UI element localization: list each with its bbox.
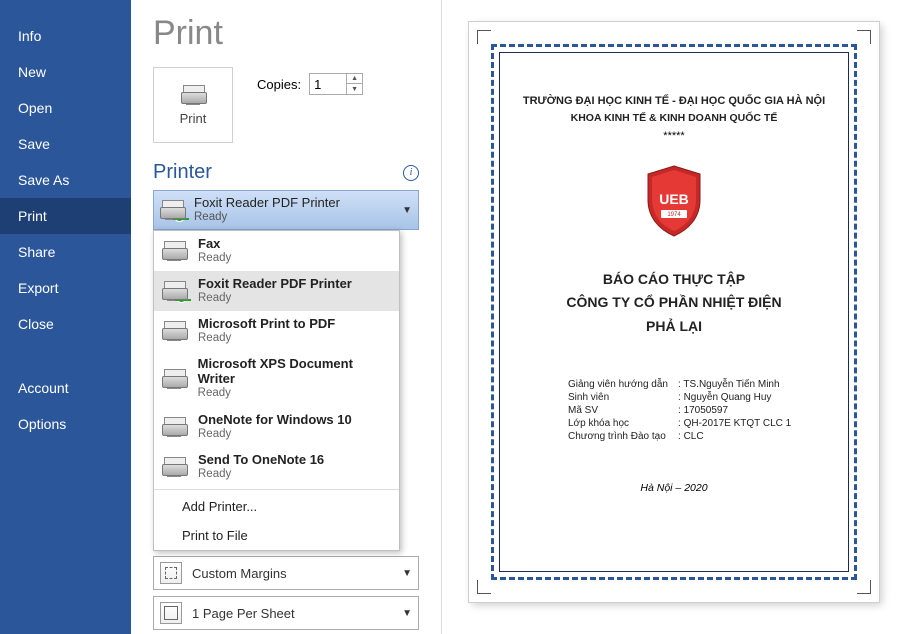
printer-icon: ✓ (160, 200, 184, 220)
preview-page: TRƯỜNG ĐẠI HỌC KINH TẾ - ĐẠI HỌC QUỐC GI… (469, 22, 879, 602)
fax-icon (162, 241, 186, 261)
sidebar-item-account[interactable]: Account (0, 370, 131, 406)
margins-selector[interactable]: Custom Margins ▼ (153, 556, 419, 590)
doc-school: TRƯỜNG ĐẠI HỌC KINH TẾ - ĐẠI HỌC QUỐC GI… (518, 93, 830, 110)
sidebar-item-new[interactable]: New (0, 54, 131, 90)
chevron-down-icon: ▼ (402, 205, 412, 216)
doc-stars: ***** (518, 130, 830, 142)
doc-title-2: CÔNG TY CỔ PHẦN NHIỆT ĐIỆN (518, 291, 830, 315)
doc-info-table: Giảng viên hướng dẫnTS.Nguyễn Tiến Minh … (568, 379, 830, 442)
copies-label: Copies: (257, 77, 301, 92)
pages-per-sheet-selector[interactable]: 1 Page Per Sheet ▼ (153, 596, 419, 630)
printer-selector[interactable]: ✓ Foxit Reader PDF Printer Ready ▼ (153, 190, 419, 230)
doc-title-3: PHẢ LẠI (518, 315, 830, 339)
sidebar-item-export[interactable]: Export (0, 270, 131, 306)
print-to-file-link[interactable]: Print to File (154, 521, 399, 550)
printer-option-mspdf[interactable]: Microsoft Print to PDFReady (154, 311, 399, 351)
print-panel: Print Print Copies: 1 ▲ ▼ (131, 0, 441, 634)
page-title: Print (153, 14, 419, 53)
doc-title-1: BÁO CÁO THỰC TẬP (518, 268, 830, 292)
sidebar-item-save[interactable]: Save (0, 126, 131, 162)
doc-faculty: KHOA KINH TẾ & KINH DOANH QUỐC TẾ (518, 112, 830, 124)
separator (154, 489, 399, 490)
sidebar-item-share[interactable]: Share (0, 234, 131, 270)
chevron-down-icon: ▼ (402, 608, 412, 619)
sidebar-item-print[interactable]: Print (0, 198, 131, 234)
printer-option-onenote[interactable]: OneNote for Windows 10Ready (154, 407, 399, 447)
printer-icon: ✓ (162, 281, 186, 301)
print-preview: TRƯỜNG ĐẠI HỌC KINH TẾ - ĐẠI HỌC QUỐC GI… (441, 0, 906, 634)
printer-option-foxit[interactable]: ✓ Foxit Reader PDF PrinterReady (154, 271, 399, 311)
doc-footer: Hà Nội – 2020 (518, 482, 830, 494)
sheet-icon (160, 602, 182, 624)
crop-mark (477, 30, 491, 44)
printer-icon (162, 457, 186, 477)
sidebar-item-open[interactable]: Open (0, 90, 131, 126)
printer-dropdown: FaxReady ✓ Foxit Reader PDF PrinterReady… (153, 230, 400, 551)
svg-text:1974: 1974 (667, 212, 681, 218)
copies-down[interactable]: ▼ (347, 84, 362, 94)
printer-option-fax[interactable]: FaxReady (154, 231, 399, 271)
copies-up[interactable]: ▲ (347, 74, 362, 84)
selected-printer-name: Foxit Reader PDF Printer (194, 196, 392, 211)
chevron-down-icon: ▼ (402, 568, 412, 579)
printer-icon (162, 369, 186, 389)
ueb-logo: UEB 1974 (643, 164, 705, 238)
crop-mark (857, 30, 871, 44)
add-printer-link[interactable]: Add Printer... (154, 492, 399, 521)
sidebar-item-close[interactable]: Close (0, 306, 131, 342)
printer-section-heading: Printer (153, 161, 212, 184)
printer-icon (162, 417, 186, 437)
printer-icon (181, 85, 205, 105)
crop-mark (857, 580, 871, 594)
margins-icon (160, 562, 182, 584)
sidebar-item-options[interactable]: Options (0, 406, 131, 442)
printer-option-xps[interactable]: Microsoft XPS Document WriterReady (154, 351, 399, 406)
sidebar-item-save-as[interactable]: Save As (0, 162, 131, 198)
printer-info-icon[interactable]: i (403, 165, 419, 181)
backstage-sidebar: Info New Open Save Save As Print Share E… (0, 0, 131, 634)
printer-option-onenote16[interactable]: Send To OneNote 16Ready (154, 447, 399, 487)
print-button-label: Print (180, 111, 207, 126)
printer-icon (162, 321, 186, 341)
svg-text:UEB: UEB (659, 191, 689, 207)
crop-mark (477, 580, 491, 594)
copies-spinner[interactable]: 1 ▲ ▼ (309, 73, 363, 95)
selected-printer-status: Ready (194, 211, 392, 224)
print-button[interactable]: Print (153, 67, 233, 143)
sidebar-item-info[interactable]: Info (0, 18, 131, 54)
copies-value[interactable]: 1 (310, 77, 346, 92)
